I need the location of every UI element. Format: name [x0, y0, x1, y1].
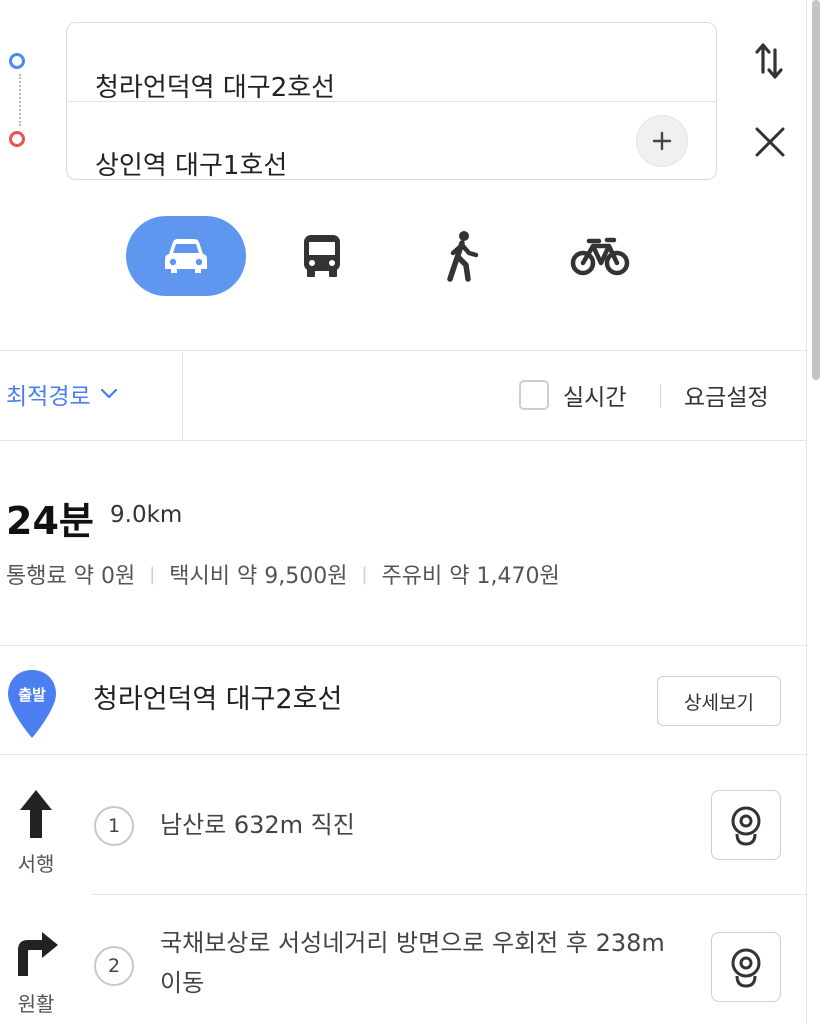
divider [0, 440, 827, 441]
bus-icon [304, 235, 340, 277]
scrollbar-thumb[interactable] [812, 0, 820, 380]
realtime-checkbox[interactable] [519, 380, 549, 410]
travel-time: 24분 [6, 499, 94, 543]
arrow-up-icon [14, 786, 58, 846]
origin-field[interactable]: 청라언덕역 대구2호선 [95, 67, 335, 104]
route-type-dropdown[interactable]: 최적경로 [6, 377, 119, 411]
turn-right-icon [10, 928, 62, 984]
step-number: 2 [94, 946, 134, 986]
road-view-icon [731, 806, 761, 846]
step-view-button[interactable] [711, 790, 781, 860]
start-pin-icon: 출발 [5, 668, 59, 740]
route-type-label: 최적경로 [6, 384, 91, 410]
close-icon [755, 127, 785, 157]
separator: | [361, 563, 368, 585]
traffic-label: 서행 [17, 852, 55, 876]
option-divider [182, 352, 183, 440]
destination-field[interactable]: 상인역 대구1호선 [95, 145, 287, 182]
destination-dot-icon [9, 131, 25, 147]
road-view-icon [731, 948, 761, 988]
option-separator [660, 384, 661, 408]
fuel-cost: 주유비 약 1,470원 [381, 564, 560, 589]
mode-walk-tab[interactable] [402, 216, 522, 296]
divider [0, 350, 827, 351]
plus-icon [652, 131, 672, 151]
input-divider [67, 101, 716, 102]
bike-icon [570, 237, 630, 276]
start-name: 청라언덕역 대구2호선 [93, 684, 343, 715]
fare-settings-link[interactable]: 요금설정 [684, 378, 769, 412]
start-badge: 출발 [18, 686, 46, 704]
step-instruction: 국채보상로 서성네거리 방면으로 우회전 후 238m 이동 [160, 929, 665, 997]
cost-summary: 통행료 약 0원 | 택시비 약 9,500원 | 주유비 약 1,470원 [6, 558, 560, 590]
detail-view-button[interactable]: 상세보기 [657, 676, 781, 726]
mode-bike-tab[interactable] [540, 216, 660, 296]
mode-transit-tab[interactable] [262, 216, 382, 296]
divider [0, 754, 827, 755]
chevron-down-icon [100, 388, 117, 399]
step-view-button[interactable] [711, 932, 781, 1002]
mode-car-tab[interactable] [126, 216, 246, 296]
taxi-cost: 택시비 약 9,500원 [169, 564, 348, 589]
swap-button[interactable] [748, 38, 792, 82]
add-waypoint-button[interactable] [636, 115, 688, 167]
travel-distance: 9.0km [110, 502, 183, 528]
divider [0, 645, 827, 646]
toll-cost: 통행료 약 0원 [6, 564, 136, 589]
walk-icon [447, 231, 479, 282]
swap-icon [755, 43, 783, 79]
step-instruction: 남산로 632m 직진 [160, 811, 355, 839]
car-icon [165, 239, 207, 273]
divider [92, 894, 827, 895]
route-inputs: 청라언덕역 대구2호선 상인역 대구1호선 [66, 22, 717, 182]
route-connector [19, 74, 21, 126]
step-number: 1 [94, 806, 134, 846]
close-button[interactable] [748, 120, 792, 164]
separator: | [149, 563, 156, 585]
realtime-label[interactable]: 실시간 [563, 378, 626, 412]
traffic-label: 원활 [17, 992, 55, 1016]
origin-dot-icon [9, 53, 25, 69]
